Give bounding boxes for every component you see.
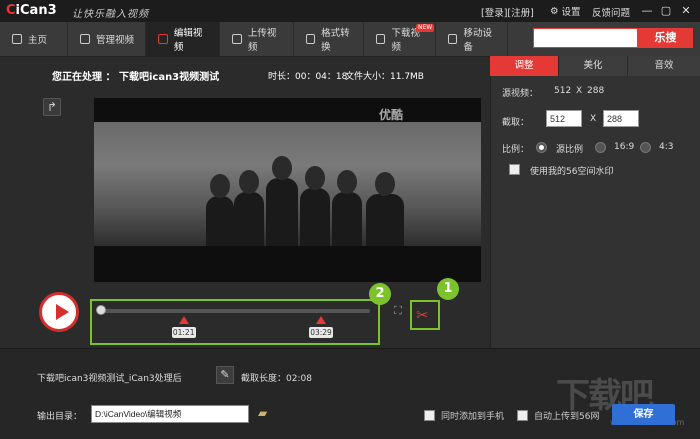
- cut-length-label: 截取长度：02:08: [241, 374, 312, 384]
- filesize-label: 文件大小：11.7MB: [345, 72, 424, 82]
- crop-x: X: [590, 114, 597, 124]
- new-badge: NEW: [416, 24, 435, 32]
- upload-56-label: 自动上传到56网: [534, 412, 600, 422]
- home-icon: [12, 34, 22, 44]
- close-button[interactable]: ✕: [679, 4, 693, 18]
- person-figure: [300, 166, 330, 246]
- trim-start-marker[interactable]: [178, 316, 189, 324]
- play-button[interactable]: [39, 292, 79, 332]
- add-to-phone-checkbox[interactable]: [424, 410, 435, 421]
- gear-icon: ⚙: [550, 5, 559, 17]
- source-width: 512: [554, 86, 572, 96]
- nav-format-convert[interactable]: 格式转换: [294, 22, 364, 56]
- nav-mobile-device[interactable]: 移动设备: [436, 22, 508, 56]
- search-button[interactable]: 乐搜: [638, 28, 693, 48]
- duration-label: 时长：00：04：18: [268, 72, 348, 82]
- ratio-source-label: 源比例: [556, 145, 584, 155]
- scissors-icon[interactable]: ✂: [416, 306, 429, 324]
- video-preview[interactable]: 优酷: [94, 98, 481, 282]
- trim-end-label: 03:29: [309, 327, 334, 338]
- add-to-phone-label: 同时添加到手机: [441, 412, 505, 422]
- crop-height-input[interactable]: [603, 110, 639, 127]
- trim-start-label: 01:21: [171, 327, 196, 338]
- upload-icon: [232, 34, 242, 44]
- source-video-label: 源视频：: [502, 89, 539, 99]
- ratio-16-9-radio[interactable]: [595, 142, 606, 153]
- edit-video-icon: [158, 34, 168, 44]
- person-figure: [332, 170, 362, 246]
- feedback-link[interactable]: 反馈问题: [592, 5, 630, 19]
- crop-label: 截取：: [502, 118, 530, 128]
- source-height: 288: [587, 86, 605, 96]
- output-dir-input[interactable]: [91, 405, 249, 423]
- mobile-icon: [448, 34, 458, 44]
- person-figure: [206, 174, 234, 246]
- rename-button[interactable]: ✎: [216, 366, 234, 384]
- timeline-track[interactable]: [98, 309, 370, 313]
- person-figure: [234, 170, 264, 246]
- download-icon: [376, 34, 386, 44]
- ratio-4-3-radio[interactable]: [640, 142, 651, 153]
- nav-edit-video[interactable]: 编辑视频: [146, 22, 220, 56]
- maximize-button[interactable]: ▢: [659, 4, 673, 18]
- nav-upload-video[interactable]: 上传视频: [220, 22, 294, 56]
- trim-end-marker[interactable]: [316, 316, 327, 324]
- watermark-checkbox[interactable]: [509, 164, 520, 175]
- tab-beautify[interactable]: 美化: [559, 56, 628, 76]
- convert-icon: [306, 34, 316, 44]
- minimize-button[interactable]: —: [640, 4, 654, 18]
- tab-adjust[interactable]: 调整: [490, 56, 559, 76]
- login-register-link[interactable]: [登录][注册]: [481, 5, 534, 19]
- callout-1: 1: [437, 278, 459, 300]
- app-slogan: 让快乐融入视频: [72, 9, 149, 20]
- nav-home[interactable]: 主页: [0, 22, 68, 56]
- manage-icon: [80, 34, 90, 44]
- settings-panel: [490, 56, 700, 348]
- save-button[interactable]: 保存: [612, 404, 675, 425]
- output-filename: 下载吧ican3视频测试_iCan3处理后: [37, 374, 182, 384]
- settings-label: 设置: [561, 7, 581, 18]
- fullscreen-icon[interactable]: ⛶: [392, 305, 404, 317]
- ratio-source-radio[interactable]: [536, 142, 547, 153]
- person-figure: [366, 172, 404, 246]
- video-frame: [94, 122, 481, 246]
- processing-title: 您正在处理 ： 下载吧ican3视频测试: [52, 72, 220, 83]
- settings-button[interactable]: ⚙ 设置: [550, 4, 581, 19]
- nav-manage-video[interactable]: 管理视频: [68, 22, 146, 56]
- rotate-left-icon: ↱: [46, 100, 58, 114]
- rotate-left-button[interactable]: ↱: [43, 98, 61, 116]
- video-watermark: 优酷: [379, 108, 404, 122]
- person-figure: [266, 156, 298, 246]
- pencil-icon: ✎: [220, 368, 230, 381]
- watermark-check-label: 使用我的56空间水印: [530, 167, 614, 177]
- crop-width-input[interactable]: [546, 110, 582, 127]
- trim-highlight-box: [90, 299, 380, 345]
- ratio-16-9-label: 16:9: [614, 142, 635, 152]
- playhead-knob[interactable]: [96, 305, 106, 315]
- app-logo: CiCan3iCan3: [6, 3, 57, 18]
- callout-2: 2: [369, 283, 391, 305]
- ratio-label: 比例：: [502, 145, 530, 155]
- output-dir-label: 输出目录：: [37, 412, 83, 422]
- upload-56-checkbox[interactable]: [517, 410, 528, 421]
- ratio-4-3-label: 4:3: [659, 142, 674, 152]
- tab-audio[interactable]: 音效: [628, 56, 700, 76]
- search-input[interactable]: [533, 28, 638, 48]
- source-x: X: [576, 86, 583, 96]
- folder-icon[interactable]: ▰: [258, 407, 274, 420]
